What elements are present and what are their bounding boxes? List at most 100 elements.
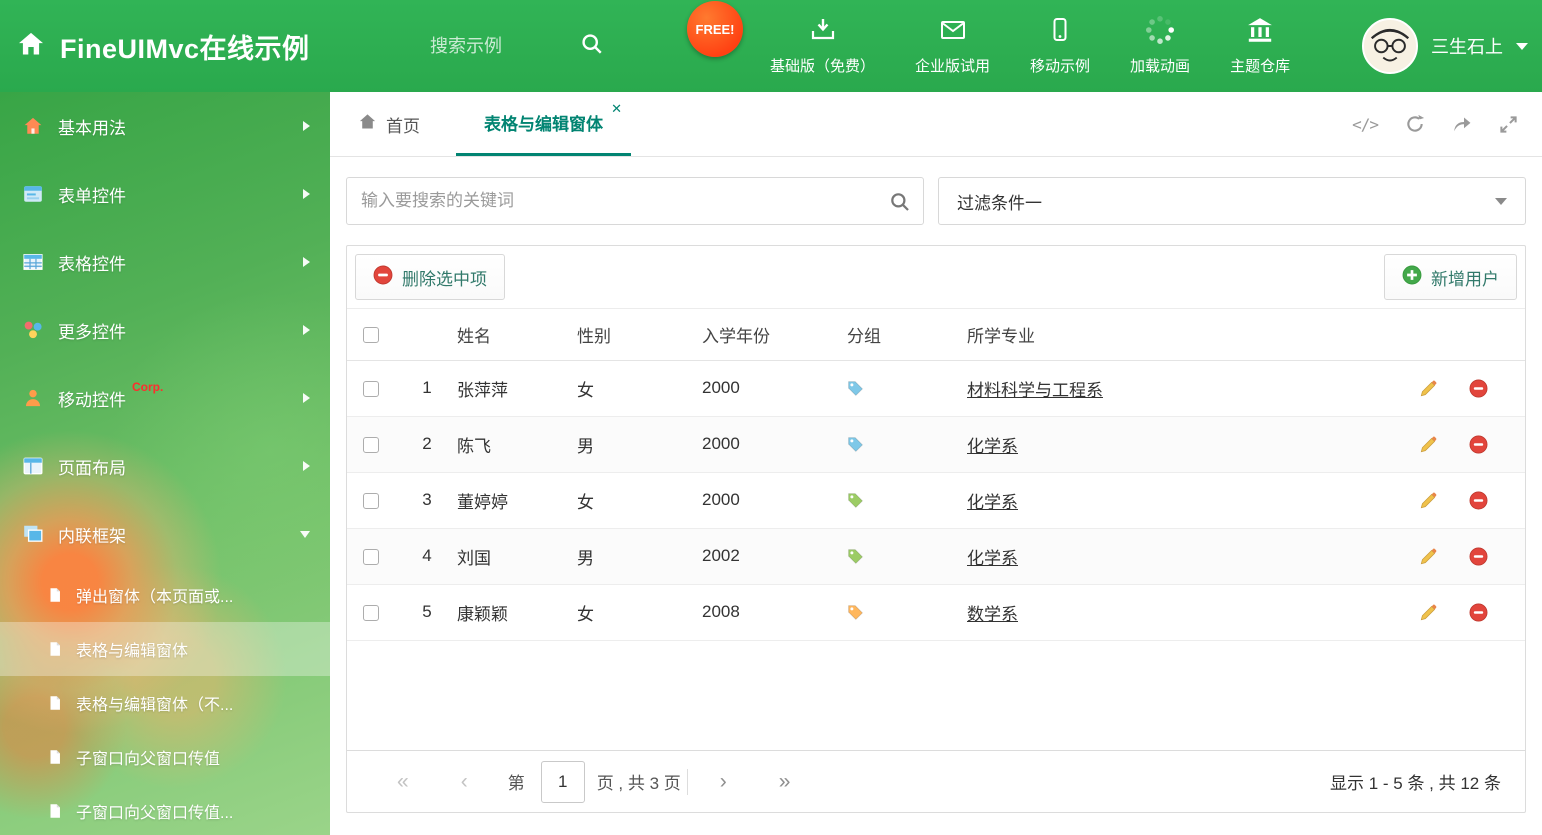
cell-name: 董婷婷 [451,472,571,529]
sidebar-item-iframe[interactable]: 内联框架 [0,500,330,568]
mail-icon [939,16,967,49]
user-menu[interactable]: 三生石上 [1362,0,1528,92]
corp-badge: Corp. [132,380,164,394]
header-nav: 基础版（免费） 企业版试用 移动示例 加载动画 主题仓库 [750,0,1310,92]
app-title: FineUIMvc在线示例 [60,33,310,64]
major-link[interactable]: 数学系 [967,605,1018,624]
nav-item-label: 基础版（免费） [770,58,876,75]
row-number: 5 [403,584,451,641]
sidebar-subitem-label: 表格与编辑窗体 [76,643,189,660]
sidebar-item-label: 移动控件 [58,390,126,410]
page-suffix-label: 页 , 共 3 页 [596,774,681,793]
file-icon [46,640,64,658]
cell-year: 2000 [696,360,841,417]
expand-icon[interactable] [1499,115,1518,134]
file-icon [46,586,64,604]
major-link[interactable]: 化学系 [967,437,1018,456]
delete-selected-button[interactable]: 删除选中项 [355,254,505,300]
table-header-row: 姓名 性别 入学年份 分组 所学专业 [347,309,1525,361]
sidebar-subitem-child-to-parent-alt[interactable]: 子窗口向父窗口传值... [0,784,330,835]
row-checkbox[interactable] [363,604,379,621]
plus-circle-icon [1402,265,1422,290]
keyword-search-input[interactable] [347,191,923,211]
tab-home[interactable]: 首页 [344,92,434,156]
nav-item-mobile-demo[interactable]: 移动示例 [1010,0,1110,92]
search-icon[interactable] [580,32,604,61]
row-checkbox[interactable] [363,548,379,565]
row-checkbox[interactable] [363,436,379,453]
major-link[interactable]: 材料科学与工程系 [967,381,1103,400]
cell-gender: 男 [571,528,696,585]
major-link[interactable]: 化学系 [967,493,1018,512]
avatar [1362,18,1418,74]
nav-item-label: 移动示例 [1030,58,1091,75]
cell-name: 康颖颖 [451,584,571,641]
delete-row-icon[interactable] [1469,547,1488,566]
delete-row-icon[interactable] [1469,435,1488,454]
cell-year: 2000 [696,416,841,473]
next-page-icon[interactable]: › [694,770,753,794]
header-search [430,0,604,92]
last-page-icon[interactable]: » [753,770,817,794]
grid-toolbar: 删除选中项 新增用户 [347,246,1525,309]
nav-item-loading-animations[interactable]: 加载动画 [1110,0,1210,92]
row-checkbox[interactable] [363,380,379,397]
nav-item-theme-repo[interactable]: 主题仓库 [1210,0,1310,92]
share-icon[interactable] [1452,115,1472,133]
sidebar-item-more-controls[interactable]: 更多控件 [0,296,330,364]
edit-icon[interactable] [1419,491,1438,510]
add-user-button[interactable]: 新增用户 [1384,254,1517,300]
sidebar-item-form-controls[interactable]: 表单控件 [0,160,330,228]
layout-icon [22,455,44,477]
page-number-input[interactable] [540,760,585,803]
chevron-down-icon [1495,197,1507,205]
row-number: 2 [403,416,451,473]
nav-item-label: 加载动画 [1130,58,1191,75]
row-checkbox[interactable] [363,492,379,509]
brand[interactable]: FineUIMvc在线示例 [16,0,310,92]
sidebar-item-basic-usage[interactable]: 基本用法 [0,92,330,160]
source-code-icon[interactable]: </> [1352,115,1379,134]
chevron-right-icon [303,461,310,471]
sidebar-subitem-grid-edit-window[interactable]: 表格与编辑窗体 [0,622,330,676]
edit-icon[interactable] [1419,435,1438,454]
tab-actions: </> [1352,92,1526,156]
bank-icon [1246,16,1274,49]
column-header-major[interactable]: 所学专业 [961,309,1413,361]
delete-row-icon[interactable] [1469,603,1488,622]
edit-icon[interactable] [1419,379,1438,398]
prev-page-icon[interactable]: ‹ [435,770,494,794]
delete-row-icon[interactable] [1469,379,1488,398]
filter-dropdown[interactable]: 过滤条件一 [938,177,1526,225]
sidebar-item-mobile-controls[interactable]: 移动控件 Corp. [0,364,330,432]
file-icon [46,802,64,820]
nav-item-basic-free[interactable]: 基础版（免费） [750,0,895,92]
sidebar-subitem-label: 弹出窗体（本页面或... [76,589,234,606]
column-header-name[interactable]: 姓名 [451,309,571,361]
search-icon[interactable] [889,191,911,218]
delete-row-icon[interactable] [1469,491,1488,510]
close-icon[interactable]: ✕ [611,101,622,117]
column-header-actions [1413,309,1525,361]
first-page-icon[interactable]: « [371,770,435,794]
sidebar-subitem-grid-edit-window-alt[interactable]: 表格与编辑窗体（不... [0,676,330,730]
tag-icon [847,380,864,397]
column-header-gender[interactable]: 性别 [571,309,696,361]
sidebar-item-page-layout[interactable]: 页面布局 [0,432,330,500]
header-search-input[interactable] [430,35,580,57]
select-all-checkbox[interactable] [363,326,379,343]
table-row: 2 陈飞 男 2000 化学系 [347,416,1525,473]
home-icon [16,29,46,64]
edit-icon[interactable] [1419,603,1438,622]
tab-grid-edit-window[interactable]: 表格与编辑窗体 ✕ [456,92,631,156]
sidebar-subitem-child-to-parent[interactable]: 子窗口向父窗口传值 [0,730,330,784]
major-link[interactable]: 化学系 [967,549,1018,568]
nav-item-enterprise-trial[interactable]: 企业版试用 [895,0,1010,92]
sidebar-item-grid-controls[interactable]: 表格控件 [0,228,330,296]
column-header-group[interactable]: 分组 [841,309,961,361]
column-header-year[interactable]: 入学年份 [696,309,841,361]
refresh-icon[interactable] [1405,114,1425,134]
cell-gender: 女 [571,360,696,417]
sidebar-subitem-popup-window[interactable]: 弹出窗体（本页面或... [0,568,330,622]
edit-icon[interactable] [1419,547,1438,566]
